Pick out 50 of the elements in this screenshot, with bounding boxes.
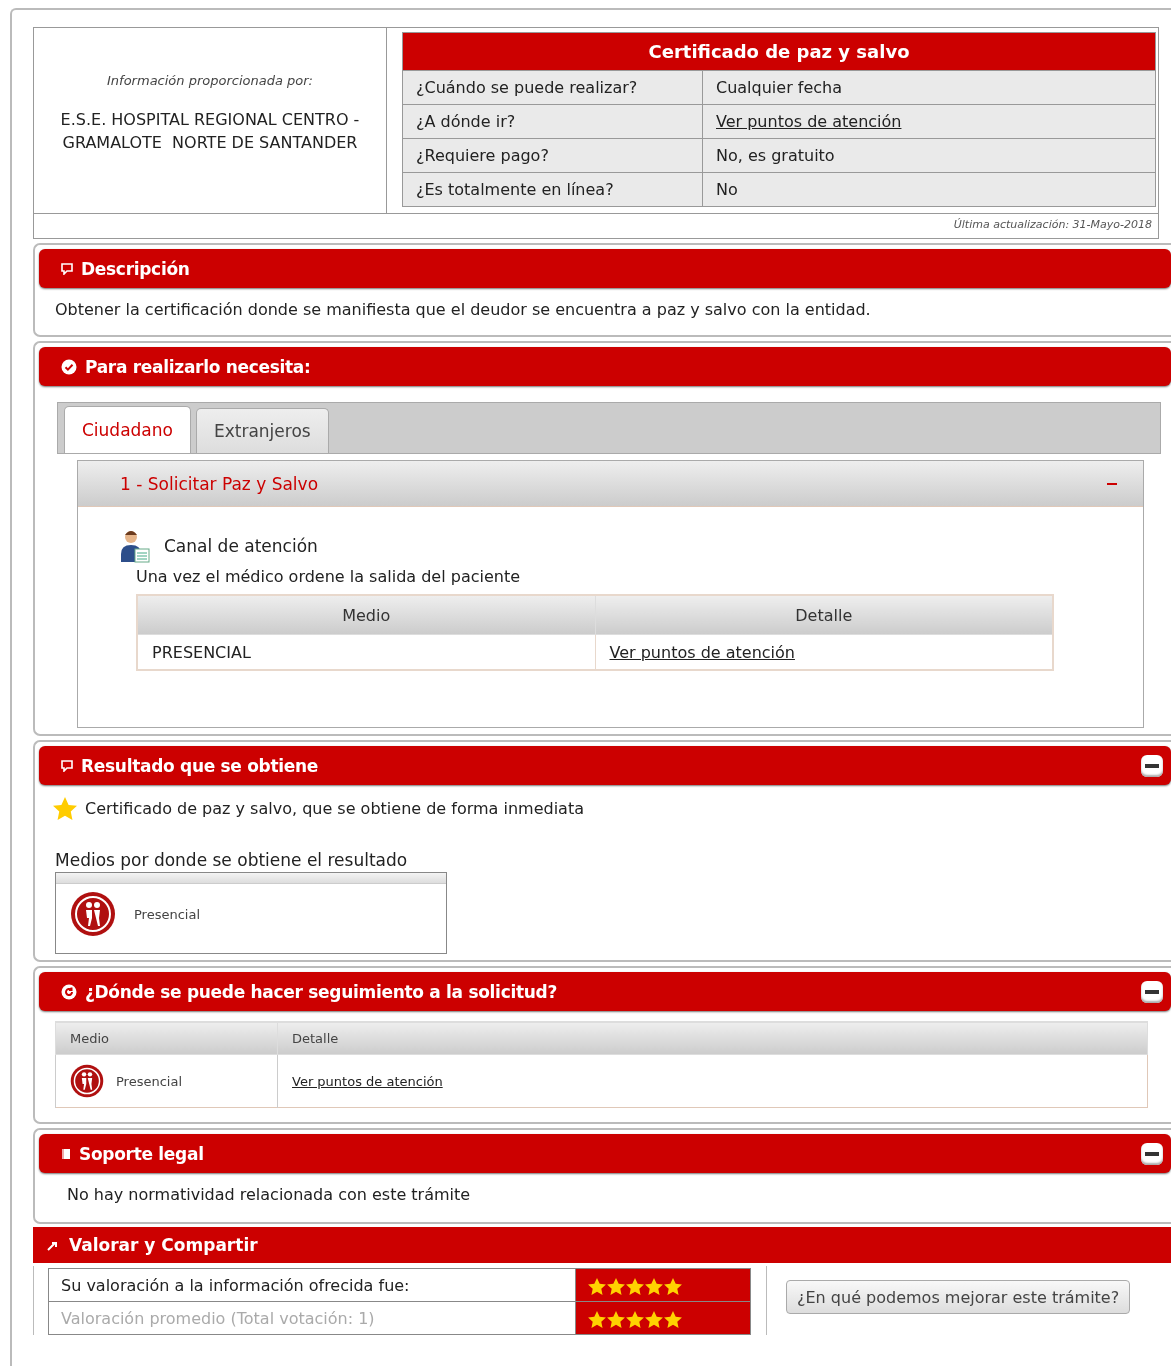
result-text: Certificado de paz y salvo, que se obtiene de forma inmediata xyxy=(85,799,584,818)
collapse-icon[interactable] xyxy=(1141,754,1163,777)
media-label: Presencial xyxy=(134,906,200,922)
tab[interactable]: Extranjeros xyxy=(195,408,329,453)
section-title: Para realizarlo necesita: xyxy=(85,356,312,377)
book-icon xyxy=(61,1147,71,1160)
question-cell: ¿Cuándo se puede realizar? xyxy=(402,70,703,105)
media-title: Medios por donde se obtiene el resultado xyxy=(55,850,409,870)
answer-cell: Cualquier fecha xyxy=(702,70,1156,105)
section-title: Valorar y Compartir xyxy=(69,1235,258,1255)
walking-people-icon xyxy=(70,1064,104,1098)
legal-text: No hay normatividad relacionada con este trámite xyxy=(67,1185,472,1204)
question-cell: ¿Es totalmente en línea? xyxy=(402,172,703,207)
walking-people-icon xyxy=(70,891,116,937)
collapse-icon[interactable] xyxy=(1141,980,1163,1003)
provider-label: Información proporcionada por: xyxy=(107,73,313,88)
answer-cell: No, es gratuito xyxy=(702,138,1156,173)
channel-note: Una vez el médico ordene la salida del paciente xyxy=(136,567,522,586)
person-document-icon xyxy=(120,529,150,563)
attention-points-link[interactable]: Ver puntos de atención xyxy=(292,1073,443,1089)
column-header: Detalle xyxy=(595,595,1053,635)
feedback-button[interactable]: ¿En qué podemos mejorar este trámite? xyxy=(786,1280,1131,1314)
star-rating[interactable] xyxy=(588,1277,682,1295)
rating-label: Su valoración a la información ofrecida fue: xyxy=(61,1275,410,1295)
description-text: Obtener la certificación donde se manifiesta que el deudor se encuentra a paz y salvo con la entidad. xyxy=(55,300,872,319)
column-header: Medio xyxy=(137,595,595,635)
section-title: Descripción xyxy=(81,258,191,279)
channel-title: Canal de atención xyxy=(164,536,318,556)
arrow-circle-icon xyxy=(61,983,77,1000)
star-icon xyxy=(53,797,77,820)
last-update: Última actualización: 31-Mayo-2018 xyxy=(953,218,1152,231)
answer-cell: No xyxy=(702,172,1156,207)
step-header[interactable]: 1 - Solicitar Paz y Salvo xyxy=(78,461,1143,507)
rating-label: Valoración promedio (Total votación: 1) xyxy=(61,1308,375,1328)
column-header: Detalle xyxy=(277,1021,1148,1055)
provider-name: E.S.E. HOSPITAL REGIONAL CENTRO - GRAMALOTE NORTE DE SANTANDER xyxy=(59,109,361,154)
column-header: Medio xyxy=(55,1021,278,1055)
collapse-icon[interactable] xyxy=(1141,1142,1163,1165)
question-cell: ¿A dónde ir? xyxy=(402,104,703,139)
section-title: Soporte legal xyxy=(79,1143,205,1164)
table-cell: Presencial xyxy=(116,1073,182,1089)
summary-title: Certificado de paz y salvo xyxy=(402,32,1156,71)
speech-bubble-icon xyxy=(61,759,73,772)
step-title: 1 - Solicitar Paz y Salvo xyxy=(120,473,320,494)
check-circle-icon xyxy=(61,358,77,375)
section-title: ¿Dónde se puede hacer seguimiento a la solicitud? xyxy=(85,981,558,1002)
tab[interactable]: Ciudadano xyxy=(64,406,191,453)
section-title: Resultado que se obtiene xyxy=(81,755,320,776)
question-cell: ¿Requiere pago? xyxy=(402,138,703,173)
speech-bubble-icon xyxy=(61,262,73,275)
